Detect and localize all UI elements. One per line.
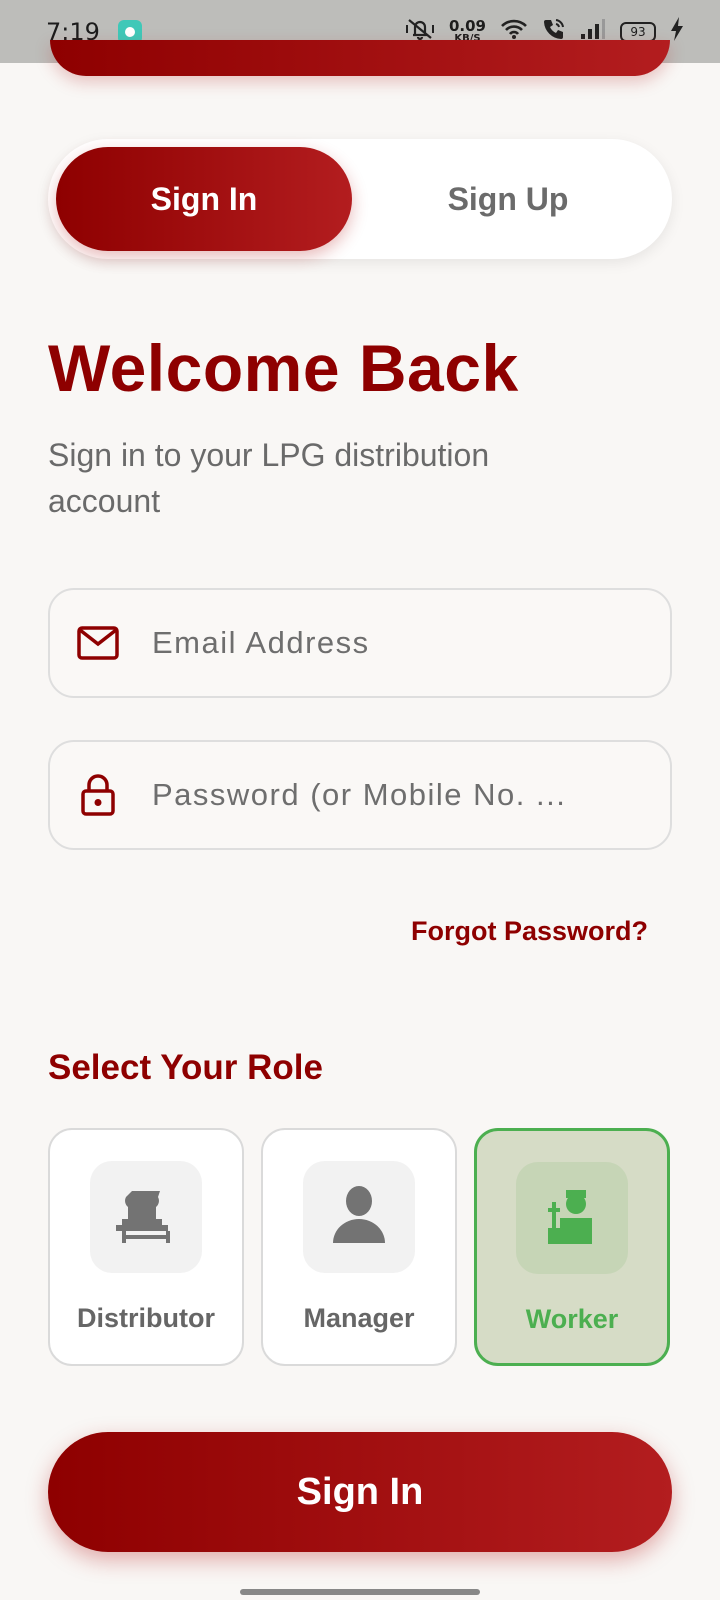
role-card-worker[interactable]: Worker bbox=[474, 1128, 670, 1366]
mail-icon bbox=[76, 621, 120, 665]
tab-sign-up[interactable]: Sign Up bbox=[352, 147, 664, 251]
battery-icon: 93 bbox=[620, 21, 656, 42]
password-field[interactable] bbox=[48, 740, 672, 850]
role-heading: Select Your Role bbox=[48, 1048, 323, 1087]
tab-sign-in[interactable]: Sign In bbox=[56, 147, 352, 251]
email-input[interactable] bbox=[152, 625, 652, 661]
charging-icon bbox=[670, 17, 684, 46]
role-icon-box bbox=[303, 1161, 415, 1273]
forgot-password-link[interactable]: Forgot Password? bbox=[411, 916, 648, 947]
distributor-icon bbox=[114, 1183, 178, 1252]
page-subtitle: Sign in to your LPG distribution account bbox=[48, 437, 490, 519]
role-card-manager[interactable]: Manager bbox=[261, 1128, 457, 1366]
top-clipped-banner bbox=[50, 40, 670, 76]
lock-icon bbox=[76, 773, 120, 817]
password-input[interactable] bbox=[152, 777, 652, 813]
role-selector: Distributor Manager Worker bbox=[48, 1128, 670, 1366]
role-card-distributor[interactable]: Distributor bbox=[48, 1128, 244, 1366]
home-indicator[interactable] bbox=[240, 1589, 480, 1595]
auth-tab-toggle: Sign In Sign Up bbox=[48, 139, 672, 259]
role-icon-box bbox=[90, 1161, 202, 1273]
manager-icon bbox=[329, 1183, 389, 1252]
role-label-manager: Manager bbox=[303, 1303, 415, 1333]
worker-icon bbox=[540, 1184, 604, 1253]
page-title: Welcome Back bbox=[48, 331, 519, 405]
net-speed-value: 0.09 bbox=[448, 17, 486, 35]
role-label-distributor: Distributor bbox=[77, 1303, 215, 1333]
sign-in-button[interactable]: Sign In bbox=[48, 1432, 672, 1552]
role-label-worker: Worker bbox=[525, 1304, 619, 1334]
role-icon-box bbox=[516, 1162, 628, 1274]
email-field[interactable] bbox=[48, 588, 672, 698]
